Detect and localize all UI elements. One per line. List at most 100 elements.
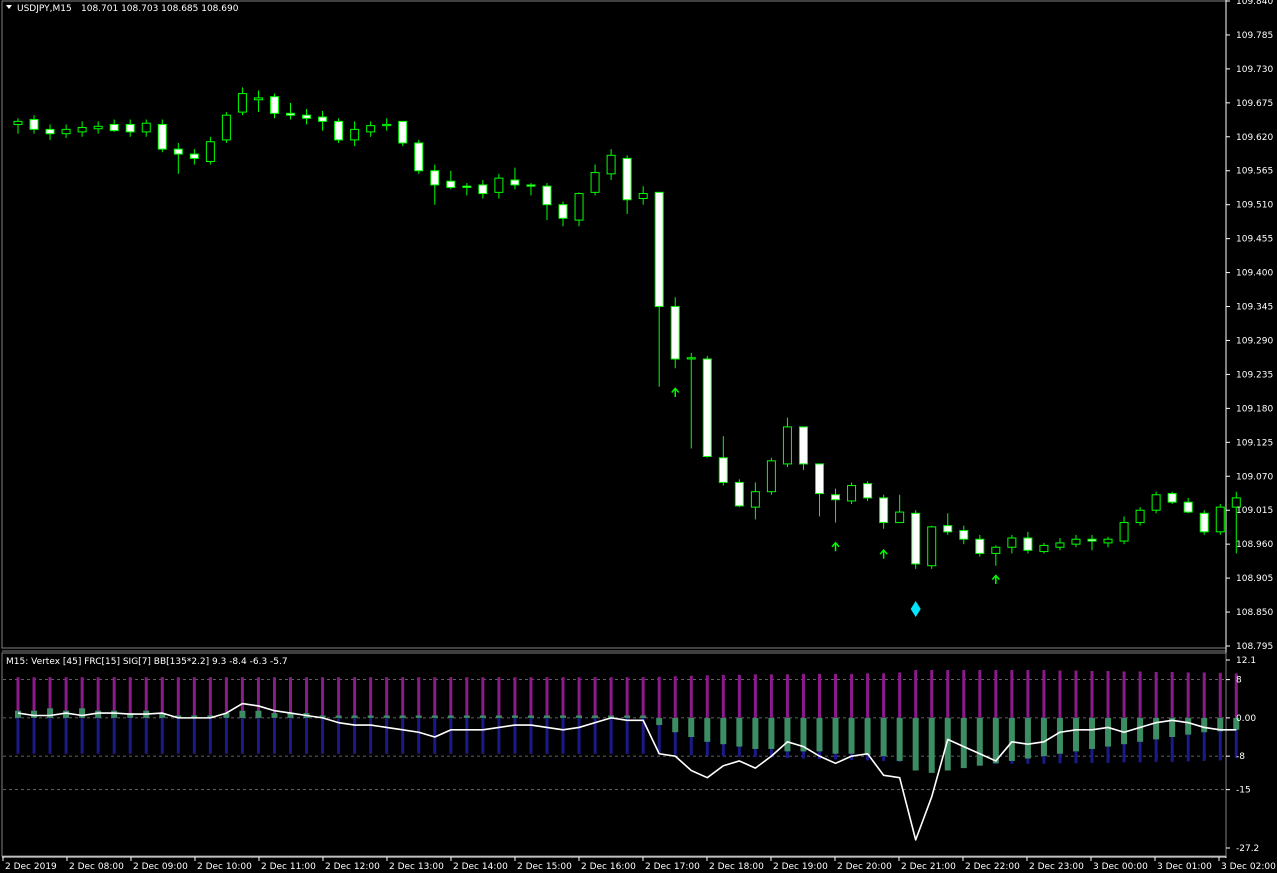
signal-bar: [640, 715, 647, 718]
candle-body: [670, 306, 680, 360]
candle-body: [911, 512, 921, 565]
signal-bar: [592, 715, 599, 718]
candle-body: [766, 460, 776, 493]
candle-body: [221, 114, 231, 141]
price-tick-label: 109.510: [1236, 201, 1273, 211]
candle: [334, 118, 344, 143]
chart-background: [0, 0, 1277, 873]
indicator-tick-label: -8: [1236, 752, 1245, 762]
signal-bar: [880, 717, 887, 757]
candle-body: [414, 142, 424, 172]
candle-body: [1183, 501, 1193, 513]
candle-body: [430, 170, 440, 186]
signal-bar: [1137, 717, 1144, 742]
signal-bar: [447, 715, 454, 718]
signal-bar: [992, 717, 999, 764]
candle-body: [654, 191, 664, 308]
signal-bar: [239, 710, 246, 718]
price-tick-label: 109.290: [1236, 336, 1273, 346]
candle-body: [750, 491, 760, 508]
candle-body: [1151, 494, 1161, 511]
signal-bar: [1185, 717, 1192, 735]
indicator-tick-label: -27.2: [1236, 844, 1259, 854]
signal-bar: [271, 713, 278, 718]
signal-bar: [495, 715, 502, 718]
signal-bar: [1105, 717, 1112, 747]
price-tick-label: 108.795: [1236, 642, 1273, 652]
signal-bar: [527, 715, 534, 718]
signal-bar: [1089, 717, 1096, 749]
candle-body: [398, 120, 408, 144]
signal-bar: [463, 715, 470, 718]
candle-body: [879, 497, 889, 524]
time-tick-label: 2 Dec 13:00: [389, 862, 444, 872]
candle-body: [1119, 522, 1129, 542]
signal-bar: [624, 715, 631, 718]
time-tick-label: 2 Dec 15:00: [517, 862, 572, 872]
candle-body: [542, 185, 552, 206]
signal-bar: [704, 717, 711, 742]
price-tick-label: 108.905: [1236, 574, 1273, 584]
signal-bar: [15, 710, 21, 718]
signal-bar: [928, 717, 935, 773]
candle-body: [943, 525, 953, 533]
signal-bar: [79, 708, 86, 718]
candle-body: [606, 154, 616, 175]
candle-body: [478, 184, 488, 195]
candle-body: [29, 119, 39, 130]
signal-bar: [976, 717, 983, 766]
candle: [863, 481, 873, 501]
time-tick-label: 2 Dec 10:00: [197, 862, 252, 872]
indicator-tick-label: 8: [1236, 676, 1242, 686]
candle-body: [526, 184, 536, 187]
candle-body: [718, 457, 728, 483]
candle: [798, 426, 808, 471]
candle-body: [1135, 509, 1145, 524]
signal-bar: [31, 710, 38, 718]
signal-bar: [543, 715, 550, 718]
time-tick-label: 2 Dec 12:00: [325, 862, 380, 872]
candle-body: [189, 153, 199, 159]
candle-body: [1071, 538, 1081, 545]
candle-body: [734, 481, 744, 507]
signal-bar: [896, 717, 903, 761]
signal-bar: [960, 717, 967, 769]
signal-bar: [816, 717, 823, 752]
signal-bar: [848, 717, 855, 754]
signal-bar: [367, 715, 374, 718]
price-tick-label: 109.675: [1236, 99, 1273, 109]
time-tick-label: 2 Dec 18:00: [709, 862, 764, 872]
candle-body: [847, 485, 857, 502]
time-tick-label: 2 Dec 09:00: [133, 862, 188, 872]
indicator-tick-label: 12.1: [1236, 656, 1256, 666]
candle-body: [334, 120, 344, 141]
candle: [414, 139, 424, 174]
signal-bar: [95, 710, 102, 718]
price-tick-label: 109.565: [1236, 167, 1273, 177]
candle-body: [318, 116, 328, 122]
time-tick-label: 3 Dec 01:00: [1157, 862, 1212, 872]
candle-body: [173, 148, 183, 155]
candle-body: [109, 123, 119, 132]
candle-body: [1007, 537, 1017, 548]
candle-body: [77, 127, 87, 133]
candle-body: [1103, 538, 1113, 544]
price-tick-label: 108.960: [1236, 540, 1273, 550]
signal-bar: [1153, 717, 1160, 740]
candle-body: [590, 172, 600, 193]
symbol-info: USDJPY,M15: [17, 4, 72, 14]
signal-bar: [479, 715, 486, 718]
candle-body: [895, 511, 905, 524]
candle-body: [1199, 512, 1209, 533]
signal-bar: [1056, 717, 1063, 754]
indicator-tick-label: 0.00: [1236, 714, 1256, 724]
signal-bar: [688, 717, 695, 738]
time-tick-label: 3 Dec 02:00: [1221, 862, 1276, 872]
candle-body: [494, 177, 504, 193]
candle-body: [45, 128, 55, 135]
candle-body: [1087, 538, 1097, 542]
candle-body: [1039, 544, 1049, 553]
candle-body: [1055, 542, 1065, 548]
candle-body: [782, 426, 792, 465]
signal-bar: [1040, 717, 1047, 757]
